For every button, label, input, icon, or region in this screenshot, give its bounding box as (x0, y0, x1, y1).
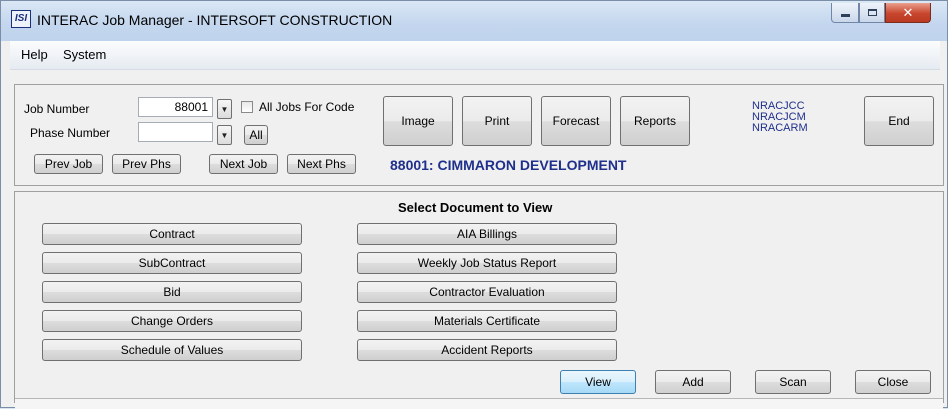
reports-button[interactable]: Reports (620, 96, 690, 146)
maximize-icon (867, 9, 877, 16)
forecast-button[interactable]: Forecast (541, 96, 611, 146)
close-button[interactable]: Close (855, 370, 931, 394)
phase-number-label: Phase Number (30, 126, 111, 140)
job-number-label: Job Number (24, 102, 90, 116)
menu-help[interactable]: Help (21, 47, 48, 62)
code-label: NRACARM (752, 122, 808, 134)
doc-button-accident-reports[interactable]: Accident Reports (357, 339, 617, 361)
add-button[interactable]: Add (655, 370, 731, 394)
chevron-down-icon: ▼ (220, 130, 229, 140)
doc-button-subcontract[interactable]: SubContract (42, 252, 302, 274)
job-number-dropdown[interactable]: ▼ (217, 99, 232, 119)
close-window-button[interactable]: ✕ (885, 3, 931, 23)
phase-number-input[interactable] (138, 122, 213, 142)
minimize-icon (840, 14, 850, 17)
phase-number-dropdown[interactable]: ▼ (217, 125, 232, 145)
app-logo-icon: ISI (11, 10, 31, 28)
view-button[interactable]: View (560, 370, 636, 394)
all-phases-button[interactable]: All (244, 125, 268, 145)
job-number-input[interactable] (138, 97, 213, 117)
doc-button-aia-billings[interactable]: AIA Billings (357, 223, 617, 245)
doc-button-contractor-evaluation[interactable]: Contractor Evaluation (357, 281, 617, 303)
maximize-button[interactable] (859, 3, 885, 23)
image-button[interactable]: Image (383, 96, 453, 146)
print-button[interactable]: Print (462, 96, 532, 146)
next-job-button[interactable]: Next Job (209, 154, 278, 174)
close-icon: ✕ (902, 5, 914, 20)
doc-button-change-orders[interactable]: Change Orders (42, 310, 302, 332)
minimize-button[interactable] (831, 3, 859, 23)
doc-button-materials-certificate[interactable]: Materials Certificate (357, 310, 617, 332)
status-strip (15, 398, 943, 409)
all-jobs-label: All Jobs For Code (259, 100, 355, 114)
scan-button[interactable]: Scan (755, 370, 831, 394)
all-jobs-checkbox[interactable] (241, 101, 253, 113)
end-button[interactable]: End (864, 96, 934, 146)
window-title: INTERAC Job Manager - INTERSOFT CONSTRUC… (37, 12, 393, 28)
current-job-title: 88001: CIMMARON DEVELOPMENT (390, 157, 627, 173)
prev-job-button[interactable]: Prev Job (34, 154, 103, 174)
next-phase-button[interactable]: Next Phs (287, 154, 356, 174)
select-document-heading: Select Document to View (398, 200, 553, 215)
menu-bar: Help System (10, 41, 940, 70)
doc-button-schedule-of-values[interactable]: Schedule of Values (42, 339, 302, 361)
doc-button-contract[interactable]: Contract (42, 223, 302, 245)
chevron-down-icon: ▼ (220, 104, 229, 114)
menu-system[interactable]: System (63, 47, 106, 62)
doc-button-weekly-job-status[interactable]: Weekly Job Status Report (357, 252, 617, 274)
prev-phase-button[interactable]: Prev Phs (112, 154, 181, 174)
title-bar[interactable]: ISI INTERAC Job Manager - INTERSOFT CONS… (1, 1, 947, 41)
doc-button-bid[interactable]: Bid (42, 281, 302, 303)
